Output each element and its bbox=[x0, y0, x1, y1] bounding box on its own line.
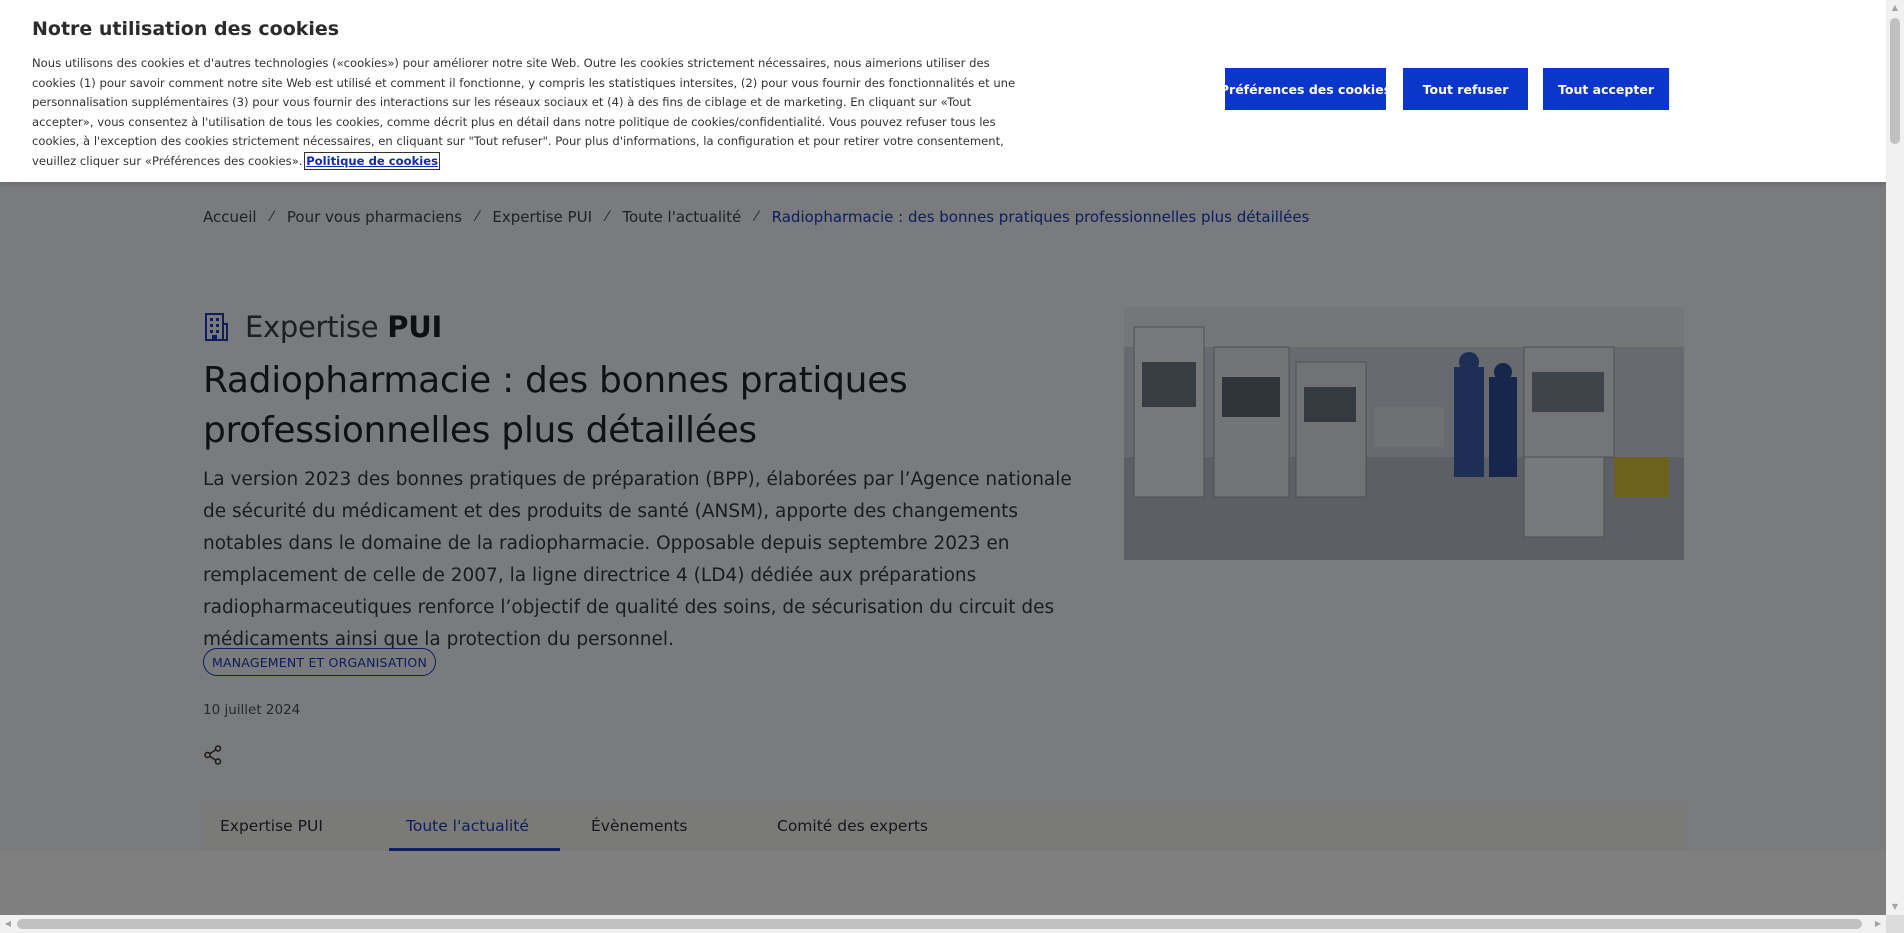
accept-all-button[interactable]: Tout accepter bbox=[1543, 68, 1669, 110]
cookie-description: Nous utilisons des cookies et d'autres t… bbox=[32, 56, 1016, 168]
scroll-up-icon[interactable]: ▲ bbox=[1886, 0, 1904, 16]
reject-all-button[interactable]: Tout refuser bbox=[1403, 68, 1528, 110]
horizontal-scrollbar[interactable]: ◀ ▶ bbox=[0, 915, 1886, 933]
scroll-down-icon[interactable]: ▼ bbox=[1886, 899, 1904, 915]
horizontal-scroll-thumb[interactable] bbox=[17, 919, 1862, 929]
vertical-scrollbar[interactable]: ▲ ▼ bbox=[1886, 0, 1904, 915]
cookie-banner-title: Notre utilisation des cookies bbox=[32, 18, 340, 40]
cookie-policy-link[interactable]: Politique de cookies bbox=[304, 151, 441, 170]
scroll-left-icon[interactable]: ◀ bbox=[0, 915, 16, 933]
scroll-right-icon[interactable]: ▶ bbox=[1870, 915, 1886, 933]
vertical-scroll-thumb[interactable] bbox=[1890, 18, 1900, 144]
cookie-banner-text: Nous utilisons des cookies et d'autres t… bbox=[32, 54, 1032, 172]
scrollbar-corner bbox=[1886, 915, 1904, 933]
cookie-banner: Notre utilisation des cookies Nous utili… bbox=[0, 0, 1886, 182]
cookie-preferences-button[interactable]: Préférences des cookies bbox=[1220, 68, 1391, 110]
